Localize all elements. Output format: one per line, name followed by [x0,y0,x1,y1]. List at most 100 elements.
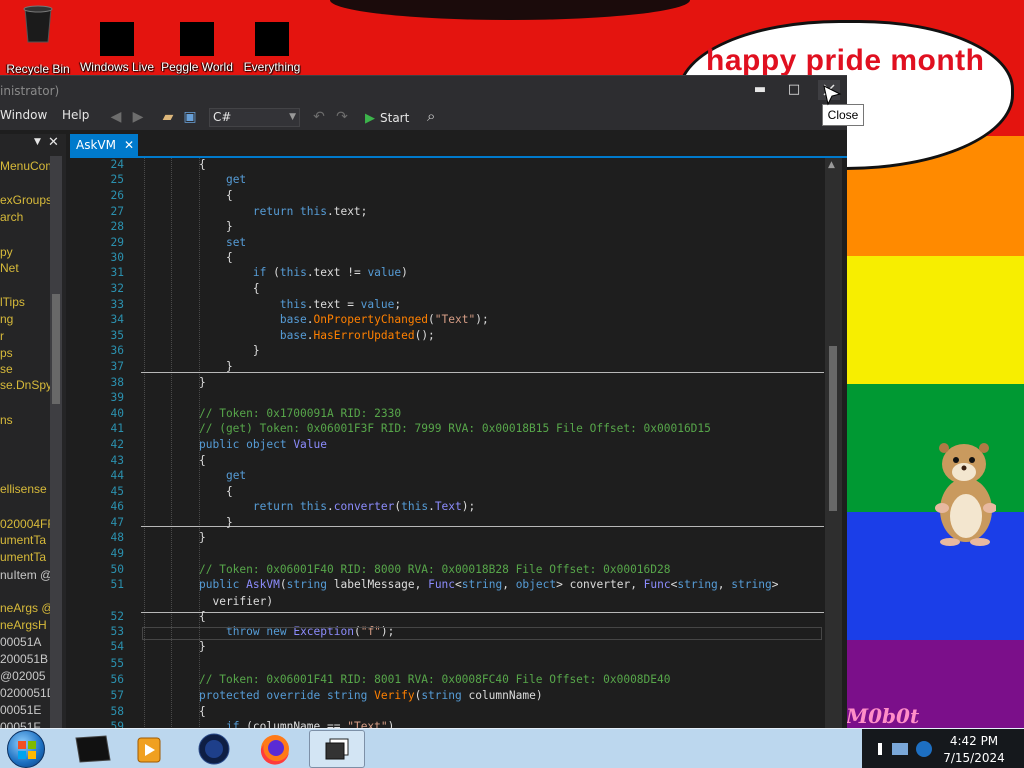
tree-item[interactable]: 00051A [0,635,41,649]
tab-askvm[interactable]: AskVM ✕ [70,134,138,156]
tray-icons[interactable] [878,737,938,761]
close-icon[interactable]: ✕ [124,134,134,156]
member-separator [141,612,824,613]
code-line[interactable]: // Token: 0x06001F40 RID: 8000 RVA: 0x00… [199,563,670,576]
tree-item[interactable]: ellisense [0,482,47,496]
open-folder-icon[interactable]: ▰ [158,107,178,127]
start-menu-button[interactable] [7,730,45,768]
code-line[interactable]: get [199,173,246,186]
editor-scrollbar-thumb[interactable] [829,346,837,511]
line-number: 52 [110,610,124,623]
code-line[interactable]: } [199,640,206,653]
tree-item[interactable]: lTips [0,295,25,309]
tree-item[interactable]: arch [0,210,23,224]
recycle-bin-icon [23,5,53,43]
code-line[interactable]: } [199,376,206,389]
code-line[interactable]: { [199,189,233,202]
redo-icon[interactable]: ↷ [332,107,352,127]
code-line[interactable]: { [199,485,233,498]
code-line[interactable]: { [199,158,206,171]
taskbar-app-dark[interactable] [68,732,118,766]
tree-item[interactable]: py [0,245,13,259]
clock-time[interactable]: 4:42 PM [930,734,1018,748]
taskbar-media-player[interactable] [124,732,174,766]
language-select[interactable]: C# ▼ [209,108,300,127]
menu-help[interactable]: Help [62,108,89,122]
tree-item[interactable]: se.DnSpy [0,378,52,392]
tree-item[interactable]: exGroups [0,193,52,207]
code-line[interactable]: // Token: 0x1700091A RID: 2330 [199,407,401,420]
panel-dropdown-icon[interactable]: ▼ [34,137,41,147]
code-line[interactable]: { [199,282,260,295]
tree-item[interactable]: Net [0,261,19,275]
tree-item[interactable]: 0200051D [0,686,55,700]
back-icon[interactable]: ◀ [106,107,126,127]
code-line[interactable]: // (get) Token: 0x06001F3F RID: 7999 RVA… [199,422,711,435]
save-icon[interactable]: ▣ [180,107,200,127]
desktop-icon-everything[interactable]: Everything [232,4,312,74]
desktop-icon-peggle-world[interactable]: Peggle World [157,4,237,74]
code-line[interactable]: { [199,705,206,718]
code-line[interactable]: verifier) [199,595,273,608]
code-line[interactable]: } [199,220,233,233]
panel-close-icon[interactable]: ✕ [48,135,59,150]
tree-item[interactable]: nuItem @ [0,568,52,582]
code-line[interactable]: base.OnPropertyChanged("Text"); [199,313,489,326]
panel-scrollbar-thumb[interactable] [52,294,60,404]
code-line[interactable]: get [199,469,246,482]
desktop-icon-recycle-bin[interactable]: Recycle Bin [0,4,78,76]
code-line[interactable]: } [199,531,206,544]
forward-icon[interactable]: ▶ [128,107,148,127]
tree-item[interactable]: neArgs @ [0,601,54,615]
tree-item[interactable]: ps [0,346,13,360]
code-line[interactable]: } [199,344,260,357]
start-button[interactable]: ▶ Start [365,108,409,128]
tree-item[interactable]: @02005 [0,669,46,683]
tree-item[interactable]: 020004FF [0,517,55,531]
tree-item[interactable]: 200051B [0,652,48,666]
tree-item[interactable]: ng [0,312,13,326]
code-line[interactable]: return this.text; [199,205,368,218]
desktop-icon-windows-live[interactable]: Windows Live [77,4,157,74]
clock-date[interactable]: 7/15/2024 [930,751,1018,765]
code-editor[interactable]: 24{25 get 26 {27 return this.text; 28 } 29 … [70,158,825,729]
taskbar-firefox[interactable] [250,732,300,766]
tree-item[interactable]: umentTa [0,550,46,564]
maximize-button[interactable]: □ [783,80,805,100]
tab-strip: AskVM ✕ [70,134,847,158]
menu-bar: Window Help ◀ ▶ ▰ ▣ C# ▼ ↶ ↷ ▶ Start ⌕ [0,104,847,130]
play-icon: ▶ [365,111,375,126]
code-line[interactable]: // Token: 0x06001F41 RID: 8001 RVA: 0x00… [199,673,670,686]
code-line[interactable]: public object Value [199,438,327,451]
code-line[interactable]: protected override string Verify(string … [199,689,543,702]
code-line[interactable]: return this.converter(this.Text); [199,500,475,513]
line-number: 58 [110,705,124,718]
code-line[interactable]: } [199,516,233,529]
tree-item[interactable]: r [0,329,4,343]
tree-item[interactable]: ns [0,413,13,427]
search-icon[interactable]: ⌕ [427,107,435,125]
line-number: 50 [110,563,124,576]
tree-item[interactable]: umentTa [0,533,46,547]
code-line[interactable]: { [199,454,206,467]
code-line[interactable]: { [199,251,233,264]
undo-icon[interactable]: ↶ [309,107,329,127]
taskbar-window-switcher[interactable] [309,730,365,768]
panel-scrollbar[interactable] [50,156,62,729]
tree-item[interactable]: se [0,362,13,376]
code-line[interactable]: base.HasErrorUpdated(); [199,329,435,342]
taskbar-globe-app[interactable] [189,732,239,766]
tree-item[interactable]: 00051E [0,703,41,717]
code-line[interactable]: set [199,236,246,249]
code-line[interactable]: public AskVM(string labelMessage, Func<s… [199,578,778,591]
code-line[interactable]: if (this.text != value) [199,266,408,279]
tree-item[interactable]: neArgsH [0,618,47,632]
scroll-up-icon[interactable]: ▲ [828,160,835,170]
title-bar[interactable]: inistrator) ▬ □ [0,76,847,104]
minimize-button[interactable]: ▬ [749,80,771,100]
tree-item[interactable]: MenuCom [0,159,55,173]
menu-window[interactable]: Window [0,108,47,122]
panel-header: ▼ ✕ [0,134,66,156]
system-tray: 4:42 PM 7/15/2024 [862,729,1024,768]
code-line[interactable]: this.text = value; [199,298,401,311]
